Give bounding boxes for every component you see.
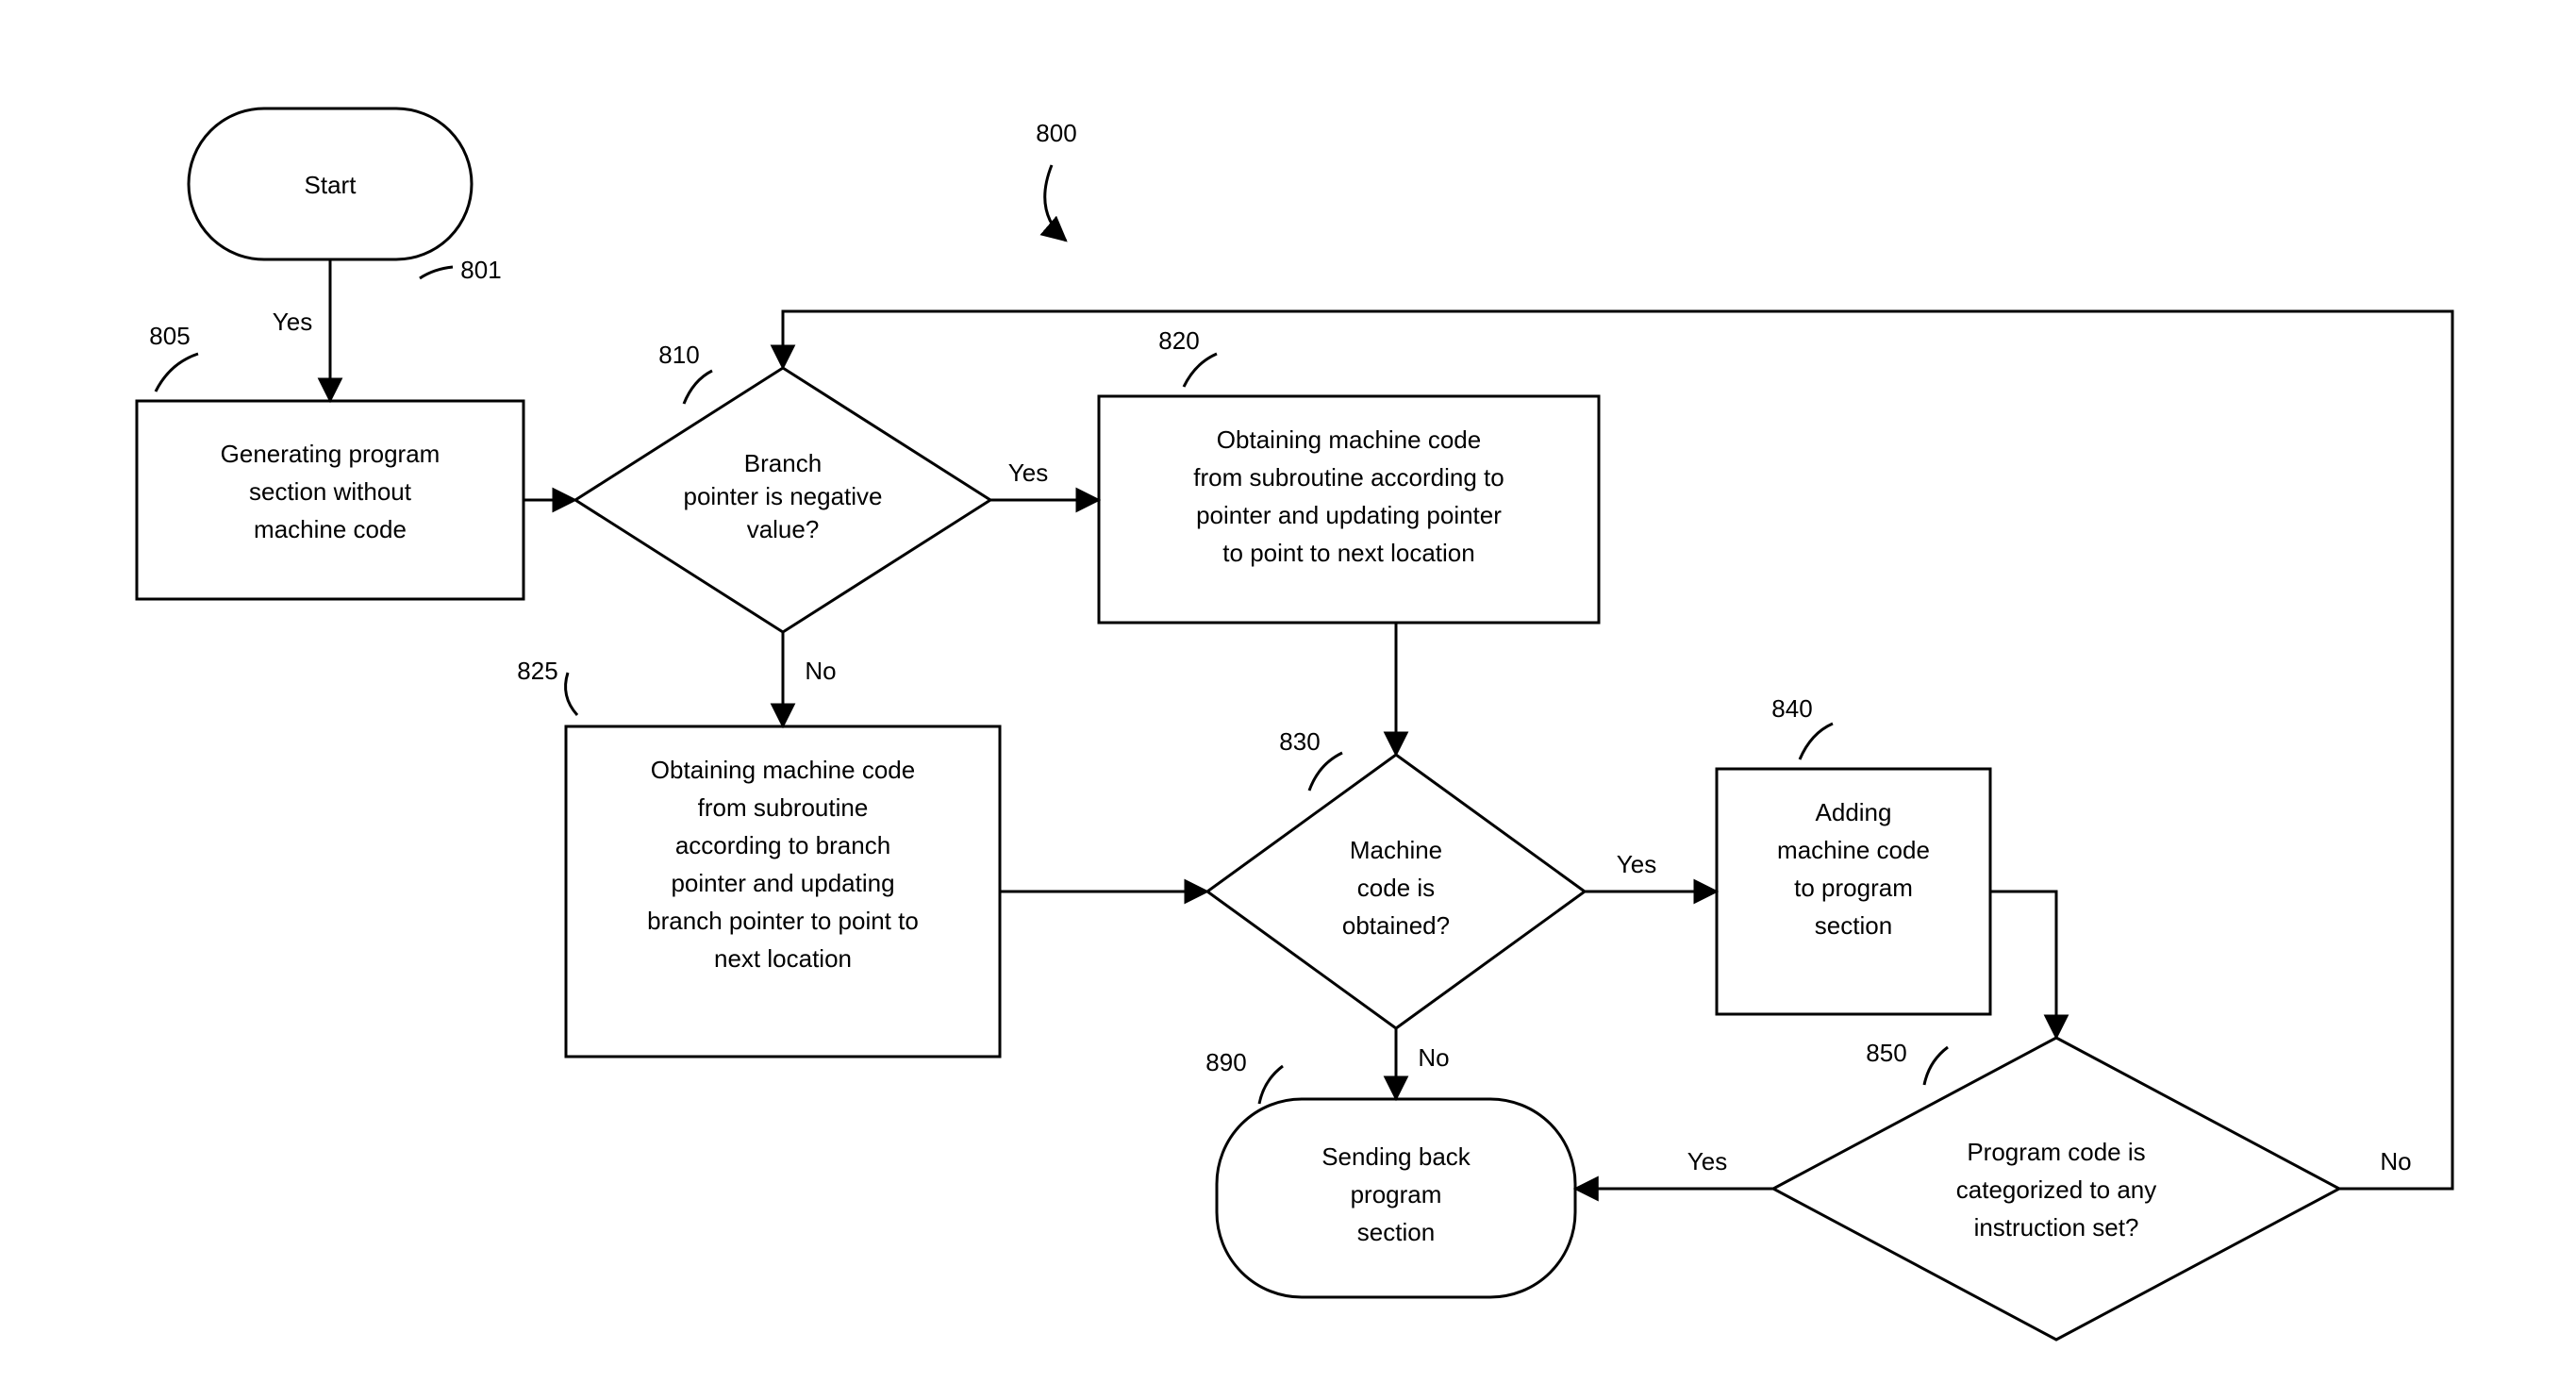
label-805: 805: [149, 322, 198, 392]
svg-text:section without: section without: [249, 477, 412, 506]
svg-text:No: No: [805, 657, 836, 685]
svg-text:805: 805: [149, 322, 190, 350]
svg-text:section: section: [1357, 1218, 1435, 1246]
svg-text:No: No: [2380, 1147, 2411, 1175]
svg-text:Yes: Yes: [1687, 1147, 1727, 1175]
svg-text:800: 800: [1036, 119, 1076, 147]
svg-text:according to branch: according to branch: [675, 831, 890, 859]
start-text: Start: [305, 171, 357, 199]
svg-text:from subroutine: from subroutine: [698, 793, 869, 822]
svg-text:890: 890: [1205, 1048, 1246, 1076]
node-start: Start: [189, 108, 472, 259]
svg-text:next location: next location: [714, 944, 852, 973]
edge-830-yes: Yes: [1585, 850, 1717, 892]
label-800: 800: [1036, 119, 1076, 241]
edge-850-yes: Yes: [1575, 1147, 1773, 1189]
label-850: 850: [1866, 1039, 1948, 1085]
svg-text:pointer and updating pointer: pointer and updating pointer: [1196, 501, 1502, 529]
svg-text:Yes: Yes: [1617, 850, 1656, 878]
edge-830-no: No: [1396, 1028, 1450, 1099]
svg-text:Sending back: Sending back: [1321, 1142, 1471, 1171]
svg-text:pointer and updating: pointer and updating: [671, 869, 894, 897]
svg-text:machine code: machine code: [1777, 836, 1930, 864]
svg-text:801: 801: [460, 256, 501, 284]
svg-text:Adding: Adding: [1816, 798, 1892, 826]
svg-text:820: 820: [1158, 326, 1199, 355]
svg-text:850: 850: [1866, 1039, 1906, 1067]
edge-branch-no: No: [783, 632, 837, 726]
svg-text:Obtaining machine code: Obtaining machine code: [1217, 425, 1481, 454]
label-830: 830: [1279, 727, 1342, 791]
svg-text:Yes: Yes: [1008, 458, 1048, 487]
svg-text:825: 825: [517, 657, 557, 685]
edge-840-850: [1990, 892, 2056, 1038]
node-gen: Generating program section without machi…: [137, 401, 524, 599]
edge-start-gen: Yes: [273, 259, 330, 401]
svg-text:Yes: Yes: [273, 308, 312, 336]
svg-text:value?: value?: [747, 515, 820, 543]
svg-text:program: program: [1351, 1180, 1442, 1208]
svg-text:No: No: [1418, 1043, 1449, 1072]
svg-text:840: 840: [1771, 694, 1812, 723]
svg-text:branch pointer to point to: branch pointer to point to: [647, 907, 919, 935]
svg-text:obtained?: obtained?: [1342, 911, 1450, 940]
label-825: 825: [517, 657, 577, 715]
flowchart-canvas: Start 801 Generating program section wit…: [0, 0, 2576, 1400]
svg-text:Generating program: Generating program: [221, 440, 440, 468]
svg-text:code is: code is: [1357, 874, 1435, 902]
svg-text:Program code is: Program code is: [1967, 1138, 2145, 1166]
svg-text:categorized to any: categorized to any: [1956, 1175, 2156, 1204]
svg-text:Obtaining machine code: Obtaining machine code: [651, 756, 915, 784]
label-810: 810: [658, 341, 712, 404]
svg-text:to point to next location: to point to next location: [1222, 539, 1474, 567]
label-840: 840: [1771, 694, 1833, 759]
node-isObt: Machine code is obtained?: [1207, 755, 1585, 1028]
svg-text:810: 810: [658, 341, 699, 369]
svg-text:section: section: [1815, 911, 1892, 940]
edge-850-no: No: [783, 311, 2452, 1189]
svg-text:instruction set?: instruction set?: [1974, 1213, 2139, 1242]
node-obtPtr: Obtaining machine code from subroutine a…: [1099, 396, 1599, 623]
node-branch: Branch pointer is negative value?: [575, 368, 990, 632]
label-890: 890: [1205, 1048, 1283, 1104]
svg-text:machine code: machine code: [254, 515, 407, 543]
node-send: Sending back program section: [1217, 1099, 1575, 1297]
svg-text:Machine: Machine: [1350, 836, 1442, 864]
svg-text:Branch: Branch: [744, 449, 822, 477]
label-820: 820: [1158, 326, 1217, 387]
svg-text:830: 830: [1279, 727, 1320, 756]
node-isCat: Program code is categorized to any instr…: [1773, 1038, 2339, 1340]
svg-text:to program: to program: [1794, 874, 1913, 902]
svg-text:pointer is negative: pointer is negative: [683, 482, 882, 510]
node-add: Adding machine code to program section: [1717, 769, 1990, 1014]
node-obtBr: Obtaining machine code from subroutine a…: [566, 726, 1000, 1057]
label-801: 801: [420, 256, 502, 284]
edge-branch-yes: Yes: [990, 458, 1099, 500]
svg-text:from subroutine according to: from subroutine according to: [1193, 463, 1504, 492]
